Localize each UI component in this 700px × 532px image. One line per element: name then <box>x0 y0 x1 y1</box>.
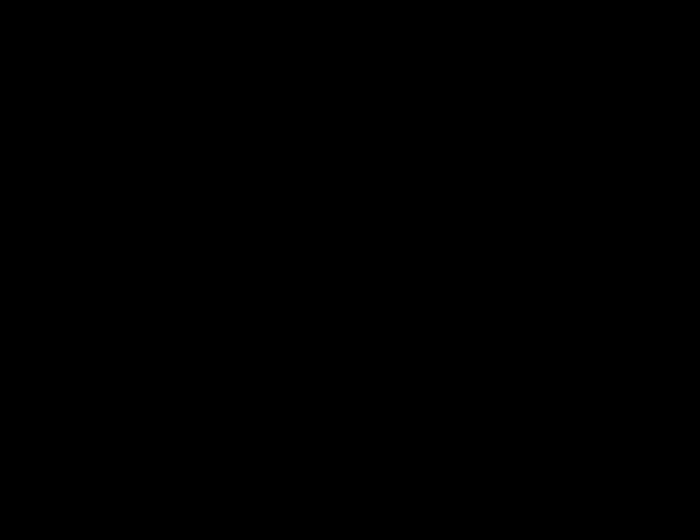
lasco-timeline-plot <box>0 0 700 532</box>
